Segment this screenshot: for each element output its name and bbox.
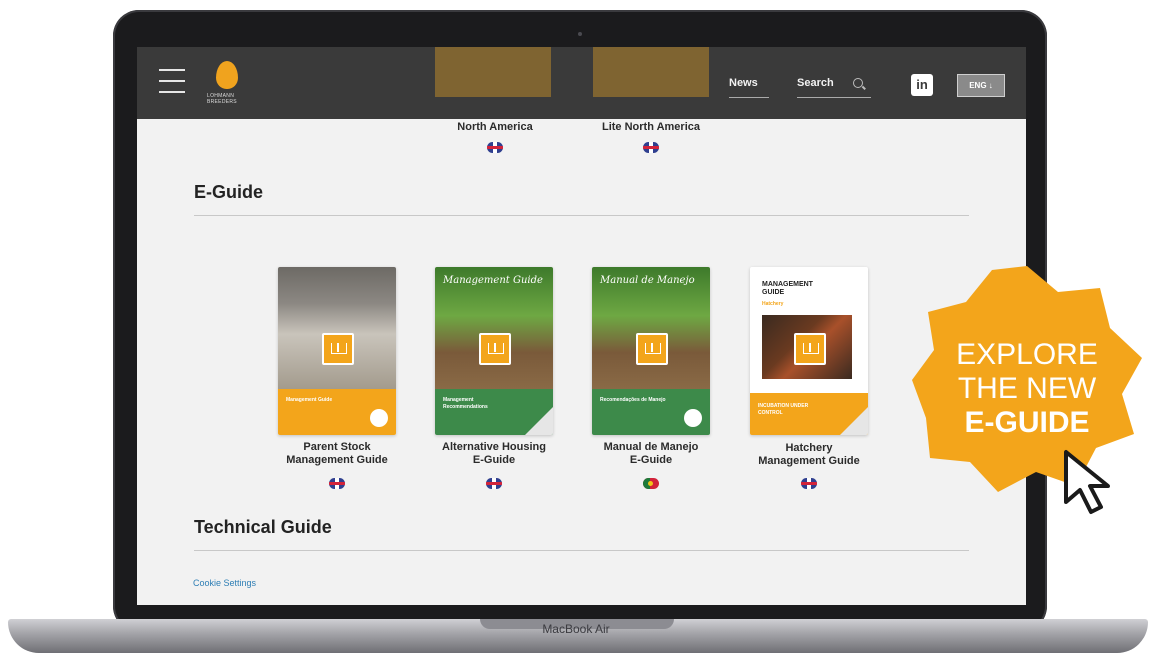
hamburger-menu-icon[interactable] <box>159 69 187 95</box>
section-divider <box>194 550 969 551</box>
cover-band-text: Management Guide <box>286 397 333 403</box>
camera-dot <box>578 32 582 36</box>
cover-title: Management Guide <box>443 275 543 286</box>
search-icon[interactable] <box>853 78 863 88</box>
book-icon <box>636 333 668 365</box>
header-overlap-card <box>435 47 551 97</box>
eguide-card-hatchery[interactable]: MANAGEMENT GUIDE Hatchery INCUBATION UND… <box>750 267 868 435</box>
site-header: LOHMANN BREEDERS News Search in ENG ↓ <box>137 47 1026 119</box>
book-icon <box>322 333 354 365</box>
laptop-model-label: MacBook Air <box>542 622 610 636</box>
seal-icon <box>684 409 702 427</box>
nav-search-link[interactable]: Search <box>797 77 834 89</box>
guide-label-north-america[interactable]: North America <box>425 121 565 133</box>
explore-badge-text[interactable]: EXPLORE THE NEW E-GUIDE <box>912 338 1142 440</box>
language-selector-button[interactable]: ENG ↓ <box>957 74 1005 97</box>
guide-label-lite-north-america[interactable]: Lite North America <box>581 121 721 133</box>
section-divider <box>194 215 969 216</box>
book-icon <box>794 333 826 365</box>
laptop-screen: LOHMANN BREEDERS News Search in ENG ↓ No… <box>137 47 1026 605</box>
uk-flag-icon <box>486 478 502 489</box>
egg-logo-icon <box>216 61 238 89</box>
cover-heading: MANAGEMENT GUIDE <box>762 281 813 296</box>
lohmann-logo[interactable]: LOHMANN BREEDERS <box>207 59 251 109</box>
uk-flag-icon <box>643 142 659 153</box>
eguide-label-manual-de-manejo[interactable]: Manual de Manejo E-Guide <box>581 441 721 467</box>
book-icon <box>479 333 511 365</box>
uk-flag-icon <box>487 142 503 153</box>
portugal-flag-icon <box>643 478 659 489</box>
section-title-eguide: E-Guide <box>194 182 264 202</box>
eguide-label-alternative-housing[interactable]: Alternative Housing E-Guide <box>424 441 564 467</box>
cover-band-text: INCUBATION UNDER CONTROL <box>758 403 809 416</box>
cover-subtitle: Hatchery <box>762 301 784 307</box>
cover-band-text: Recomendações de Manejo <box>600 397 666 403</box>
logo-text: LOHMANN BREEDERS <box>207 93 237 105</box>
seal-icon <box>370 409 388 427</box>
eguide-card-manual-de-manejo[interactable]: Manual de Manejo Recomendações de Manejo <box>592 267 710 435</box>
page-curl <box>525 407 553 435</box>
uk-flag-icon <box>801 478 817 489</box>
nav-news-link[interactable]: News <box>729 77 758 89</box>
uk-flag-icon <box>329 478 345 489</box>
nav-news-underline <box>729 97 769 98</box>
cookie-settings-link[interactable]: Cookie Settings <box>193 578 256 588</box>
page-curl <box>840 407 868 435</box>
header-overlap-card <box>593 47 709 97</box>
cursor-arrow-icon <box>1064 450 1110 514</box>
cover-title: Manual de Manejo <box>600 275 695 286</box>
eguide-card-alternative-housing[interactable]: Management Guide Management Recommendati… <box>435 267 553 435</box>
nav-search-underline <box>797 97 871 98</box>
linkedin-icon[interactable]: in <box>911 74 933 96</box>
section-title-technical-guide: Technical Guide <box>194 517 332 537</box>
cover-band-text: Management Recommendations <box>443 397 488 410</box>
eguide-card-parent-stock[interactable]: Management Guide <box>278 267 396 435</box>
cover-photo <box>278 267 396 389</box>
eguide-label-parent-stock[interactable]: Parent Stock Management Guide <box>267 441 407 467</box>
eguide-label-hatchery[interactable]: Hatchery Management Guide <box>739 442 879 468</box>
